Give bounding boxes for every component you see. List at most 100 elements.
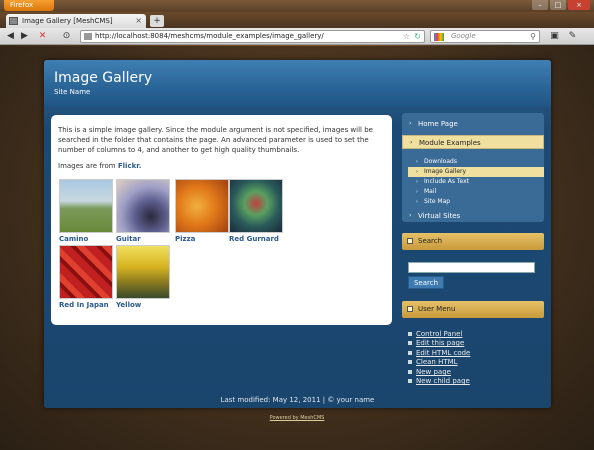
submenu-arrow-icon: › bbox=[416, 189, 418, 195]
firefox-menu-button[interactable]: Firefox bbox=[4, 0, 54, 11]
box-toggle-icon[interactable] bbox=[407, 306, 413, 312]
close-window-button[interactable]: × bbox=[568, 0, 590, 10]
gallery-item[interactable]: Pizza bbox=[175, 179, 230, 244]
search-box-header: Search bbox=[402, 233, 544, 250]
gallery-caption[interactable]: Guitar bbox=[116, 234, 171, 244]
site-header: Image Gallery Site Name bbox=[44, 60, 551, 107]
submenu-arrow-icon: › bbox=[416, 179, 418, 185]
gallery-caption[interactable]: Yellow bbox=[116, 300, 171, 310]
user-link-edit-page[interactable]: Edit this page bbox=[408, 339, 464, 348]
intro-text: This is a simple image gallery. Since th… bbox=[58, 126, 373, 154]
submenu-arrow-icon: › bbox=[416, 199, 418, 205]
browser-tab[interactable]: Image Gallery [MeshCMS] × bbox=[6, 14, 146, 28]
addon-icon[interactable]: ▣ bbox=[548, 30, 561, 43]
user-link-edit-html[interactable]: Edit HTML code bbox=[408, 349, 470, 358]
main-content: This is a simple image gallery. Since th… bbox=[51, 115, 392, 325]
search-placeholder: Google bbox=[451, 32, 476, 40]
powered-by-link[interactable]: Powered by MeshCMS bbox=[0, 415, 594, 421]
minimize-button[interactable]: – bbox=[532, 0, 548, 10]
google-search-icon bbox=[434, 33, 444, 41]
search-bar[interactable]: Google ⚲ bbox=[430, 30, 540, 43]
flickr-link[interactable]: Flickr. bbox=[118, 162, 142, 170]
tab-bar: Image Gallery [MeshCMS] × + bbox=[0, 12, 594, 28]
gallery-thumbnail[interactable] bbox=[59, 179, 113, 233]
bullet-icon bbox=[408, 332, 412, 336]
submenu-arrow-icon: › bbox=[416, 169, 418, 175]
gallery-item[interactable]: Guitar bbox=[116, 179, 171, 244]
user-link-label: Clean HTML bbox=[416, 358, 458, 366]
tab-close-icon[interactable]: × bbox=[135, 14, 142, 28]
menu-item-module-examples[interactable]: › Module Examples bbox=[402, 135, 544, 149]
bookmark-star-icon[interactable]: ☆ bbox=[403, 31, 410, 42]
tab-title: Image Gallery [MeshCMS] bbox=[22, 17, 113, 25]
menu-arrow-icon: › bbox=[409, 120, 412, 127]
window-controls: – □ × bbox=[532, 0, 590, 10]
gallery-caption[interactable]: Red Gurnard bbox=[229, 234, 284, 244]
menu-item-virtual-sites[interactable]: › Virtual Sites bbox=[402, 209, 544, 223]
menu-item-label: Virtual Sites bbox=[418, 212, 461, 220]
site-name: Site Name bbox=[54, 88, 91, 96]
bullet-icon bbox=[408, 341, 412, 345]
submenu-item-label: Site Map bbox=[424, 198, 451, 205]
user-link-control-panel[interactable]: Control Panel bbox=[408, 330, 462, 339]
tools-icon[interactable]: ✎ bbox=[566, 30, 579, 43]
menu-arrow-icon: › bbox=[409, 212, 412, 219]
submenu-item-downloads[interactable]: › Downloads bbox=[408, 157, 544, 167]
gallery-thumbnail[interactable] bbox=[229, 179, 283, 233]
gallery-thumbnail[interactable] bbox=[116, 179, 170, 233]
magnifier-icon[interactable]: ⚲ bbox=[530, 31, 536, 42]
gallery-item[interactable]: Red Gurnard bbox=[229, 179, 284, 244]
forward-icon[interactable]: ▶ bbox=[18, 30, 31, 43]
submenu-item-site-map[interactable]: › Site Map bbox=[408, 197, 544, 207]
search-button[interactable]: Search bbox=[408, 276, 444, 289]
submenu-item-include-as-text[interactable]: › Include As Text bbox=[408, 177, 544, 187]
bullet-icon bbox=[408, 370, 412, 374]
history-icon[interactable]: ⊙ bbox=[60, 30, 73, 43]
submenu-item-label: Image Gallery bbox=[424, 168, 467, 175]
page-container: Image Gallery Site Name This is a simple… bbox=[44, 60, 551, 408]
stop-icon[interactable]: ✕ bbox=[36, 30, 49, 43]
box-toggle-icon[interactable] bbox=[407, 238, 413, 244]
user-link-label: New child page bbox=[416, 377, 470, 385]
gallery-item[interactable]: Yellow bbox=[116, 245, 171, 310]
maximize-button[interactable]: □ bbox=[550, 0, 566, 10]
submenu-item-label: Mail bbox=[424, 188, 437, 195]
gallery-thumbnail[interactable] bbox=[59, 245, 113, 299]
gallery-caption[interactable]: Red In Japan bbox=[59, 300, 114, 310]
user-menu-header: User Menu bbox=[402, 301, 544, 318]
user-link-label: Edit HTML code bbox=[416, 349, 471, 357]
url-text: http://localhost:8084/meshcms/module_exa… bbox=[95, 32, 324, 40]
submenu-item-label: Downloads bbox=[424, 158, 457, 165]
page-favicon-icon bbox=[9, 17, 18, 25]
gallery-caption[interactable]: Pizza bbox=[175, 234, 230, 244]
url-bar[interactable]: http://localhost:8084/meshcms/module_exa… bbox=[80, 30, 425, 43]
page-viewport: Image Gallery Site Name This is a simple… bbox=[0, 46, 594, 450]
menu-arrow-icon: › bbox=[410, 139, 413, 146]
source-text: Images are from Flickr. bbox=[58, 161, 385, 171]
back-icon[interactable]: ◀ bbox=[4, 30, 17, 43]
submenu-item-image-gallery[interactable]: › Image Gallery bbox=[408, 167, 544, 177]
user-link-label: New page bbox=[416, 368, 451, 376]
menu-item-home[interactable]: › Home Page bbox=[402, 117, 544, 131]
user-link-clean-html[interactable]: Clean HTML bbox=[408, 358, 458, 367]
gallery-item[interactable]: Camino bbox=[59, 179, 114, 244]
user-link-new-page[interactable]: New page bbox=[408, 368, 451, 377]
submenu-item-mail[interactable]: › Mail bbox=[408, 187, 544, 197]
menu-item-label: Home Page bbox=[418, 120, 458, 128]
gallery-item[interactable]: Red In Japan bbox=[59, 245, 114, 310]
site-identity-icon bbox=[84, 33, 92, 40]
bullet-icon bbox=[408, 360, 412, 364]
gallery-caption[interactable]: Camino bbox=[59, 234, 114, 244]
navigation-toolbar: ◀ ▶ ✕ ⊙ http://localhost:8084/meshcms/mo… bbox=[0, 28, 594, 45]
source-prefix: Images are from bbox=[58, 162, 118, 170]
submenu-item-label: Include As Text bbox=[424, 178, 470, 185]
site-search-input[interactable] bbox=[408, 262, 535, 273]
gallery-thumbnail[interactable] bbox=[116, 245, 170, 299]
bullet-icon bbox=[408, 379, 412, 383]
user-link-new-child-page[interactable]: New child page bbox=[408, 377, 470, 386]
submenu-arrow-icon: › bbox=[416, 159, 418, 165]
user-menu-title: User Menu bbox=[418, 305, 456, 313]
new-tab-button[interactable]: + bbox=[150, 15, 164, 27]
gallery-thumbnail[interactable] bbox=[175, 179, 229, 233]
reload-icon[interactable]: ↻ bbox=[414, 31, 421, 42]
